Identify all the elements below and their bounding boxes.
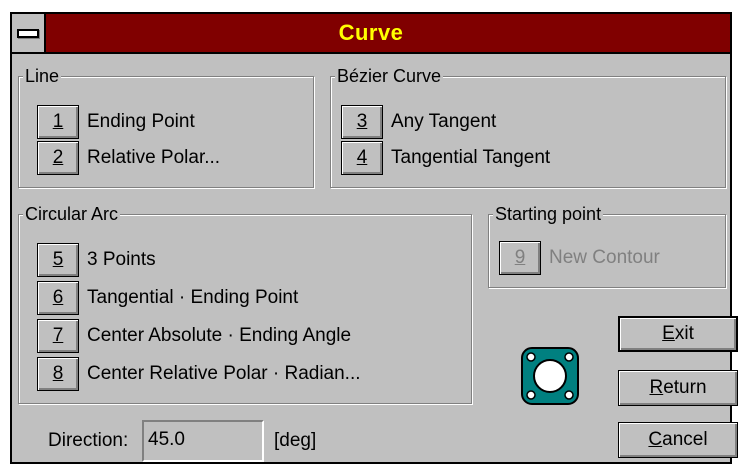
center-relative-polar-row: 8 Center Relative Polar · Radian... <box>37 357 361 391</box>
relative-polar-label: Relative Polar... <box>87 147 221 168</box>
tangential-ending-point-row: 6 Tangential · Ending Point <box>37 281 298 315</box>
line-group: Line 1 Ending Point 2 Relative Polar... <box>18 65 314 188</box>
three-points-row: 5 3 Points <box>37 243 156 277</box>
return-button[interactable]: Return <box>618 370 738 406</box>
direction-label: Direction: <box>48 430 129 451</box>
starting-point-group-label: Starting point <box>493 203 604 225</box>
center-relative-polar-button[interactable]: 8 <box>37 357 79 391</box>
ending-point-button[interactable]: 1 <box>37 105 79 139</box>
system-menu-icon <box>17 28 39 38</box>
exit-accel: E <box>662 323 675 344</box>
curve-dialog: Curve Line 1 Ending Point 2 Relative Pol… <box>10 12 738 464</box>
system-menu-button[interactable] <box>12 14 46 52</box>
direction-unit: [deg] <box>274 430 317 451</box>
tangential-ending-point-button[interactable]: 6 <box>37 281 79 315</box>
new-contour-row: 9 New Contour <box>499 241 660 275</box>
return-rest: eturn <box>663 377 707 398</box>
center-absolute-label: Center Absolute · Ending Angle <box>87 325 352 346</box>
center-absolute-row: 7 Center Absolute · Ending Angle <box>37 319 351 353</box>
line-ending-point-row: 1 Ending Point <box>37 105 195 139</box>
new-contour-button[interactable]: 9 <box>499 241 541 275</box>
circular-arc-group: Circular Arc 5 3 Points 6 Tangential · E… <box>18 203 472 404</box>
tangential-tangent-label: Tangential Tangent <box>391 147 551 168</box>
title-bar[interactable]: Curve <box>12 14 730 54</box>
center-relative-polar-label: Center Relative Polar · Radian... <box>87 363 361 384</box>
tangential-ending-point-label: Tangential · Ending Point <box>87 287 299 308</box>
cancel-button[interactable]: Cancel <box>618 422 738 458</box>
three-points-button[interactable]: 5 <box>37 243 79 277</box>
any-tangent-label: Any Tangent <box>391 111 497 132</box>
exit-button[interactable]: Exit <box>618 316 738 352</box>
line-relative-polar-row: 2 Relative Polar... <box>37 141 220 175</box>
tangential-tangent-row: 4 Tangential Tangent <box>341 141 550 175</box>
exit-rest: xit <box>674 323 694 344</box>
bezier-curve-group: Bézier Curve 3 Any Tangent 4 Tangential … <box>330 65 726 188</box>
arc-group-label: Circular Arc <box>23 203 121 225</box>
line-group-label: Line <box>23 65 62 87</box>
return-accel: R <box>649 377 664 398</box>
cancel-accel: C <box>648 429 663 450</box>
relative-polar-button[interactable]: 2 <box>37 141 79 175</box>
bezier-group-label: Bézier Curve <box>335 65 444 87</box>
contour-icon <box>520 346 580 406</box>
any-tangent-button[interactable]: 3 <box>341 105 383 139</box>
tangential-tangent-button[interactable]: 4 <box>341 141 383 175</box>
ending-point-label: Ending Point <box>87 111 195 132</box>
any-tangent-row: 3 Any Tangent <box>341 105 496 139</box>
new-contour-label: New Contour <box>549 247 660 268</box>
cancel-rest: ancel <box>662 429 708 450</box>
three-points-label: 3 Points <box>87 249 156 270</box>
direction-input[interactable]: 45.0 <box>142 420 264 462</box>
window-title: Curve <box>338 20 404 45</box>
center-absolute-button[interactable]: 7 <box>37 319 79 353</box>
starting-point-group: Starting point 9 New Contour <box>488 203 726 288</box>
